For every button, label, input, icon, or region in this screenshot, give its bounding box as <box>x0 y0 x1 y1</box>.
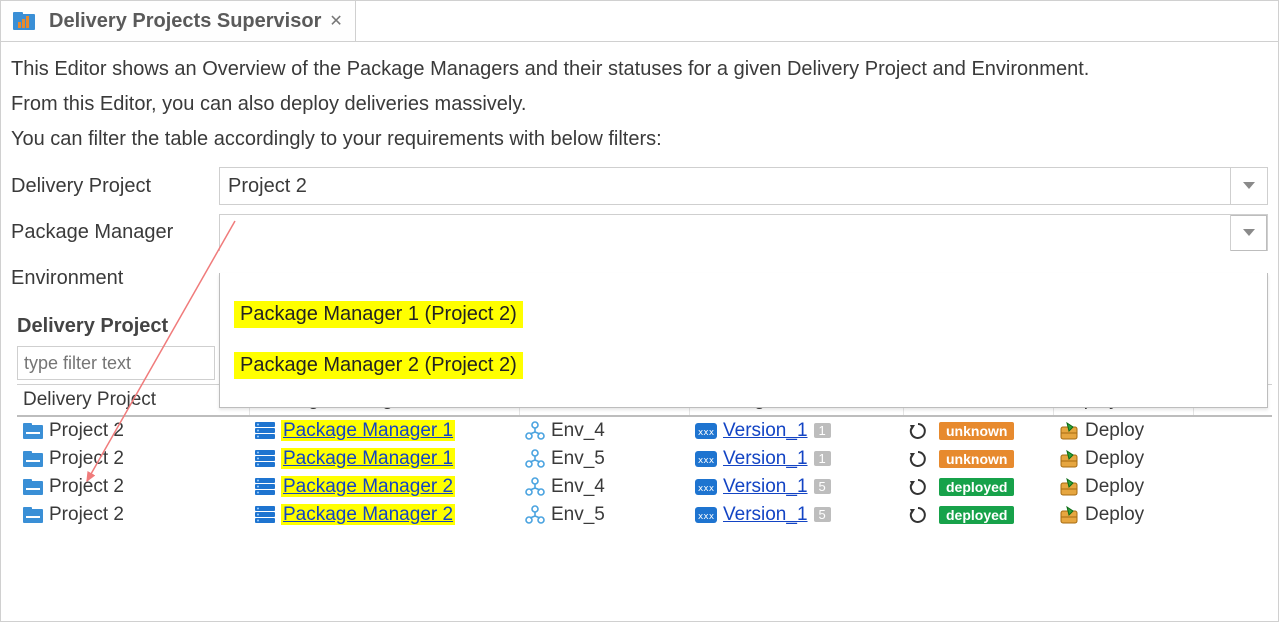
deploy-label: Deploy <box>1085 504 1144 525</box>
table-row: Project 2 Package Manager 1 Env_4 xxx Versio… <box>17 416 1272 445</box>
status-badge: deployed <box>939 506 1014 524</box>
environment-icon <box>525 505 545 525</box>
version-count-badge: 5 <box>814 479 831 494</box>
cell-project: Project 2 <box>49 504 124 525</box>
deploy-icon <box>1059 477 1079 497</box>
status-badge: deployed <box>939 478 1014 496</box>
deploy-button[interactable]: Deploy <box>1053 445 1193 473</box>
table-row: Project 2 Package Manager 1 Env_5 xxx Versio… <box>17 445 1272 473</box>
tab-title: Delivery Projects Supervisor <box>49 10 321 33</box>
version-count-badge: 5 <box>814 507 831 522</box>
deploy-button[interactable]: Deploy <box>1053 416 1193 445</box>
refresh-icon[interactable] <box>909 506 927 524</box>
version-count-badge: 1 <box>814 423 831 438</box>
stack-icon <box>255 422 275 440</box>
table-row: Project 2 Package Manager 2 Env_4 xxx Versio… <box>17 473 1272 501</box>
version-tag-icon: xxx <box>695 479 717 495</box>
deploy-button[interactable]: Deploy <box>1053 473 1193 501</box>
editor-frame: Delivery Projects Supervisor ✕ This Edit… <box>0 0 1279 622</box>
chevron-down-icon[interactable] <box>1230 168 1267 204</box>
cell-version-link[interactable]: Version_1 <box>723 476 808 497</box>
intro-text: This Editor shows an Overview of the Pac… <box>11 58 1278 151</box>
col-delivery-project[interactable]: Delivery Project <box>17 385 249 417</box>
cell-package-manager-link[interactable]: Package Manager 2 <box>281 476 455 497</box>
svg-text:xxx: xxx <box>698 512 715 522</box>
tab-bar: Delivery Projects Supervisor ✕ <box>1 1 1278 42</box>
folder-icon <box>23 451 43 467</box>
package-manager-dropdown-panel: Package Manager 1 (Project 2) Package Ma… <box>219 273 1268 408</box>
label-package-manager: Package Manager <box>11 221 219 244</box>
cell-environment: Env_4 <box>551 420 605 441</box>
folder-icon <box>23 423 43 439</box>
deploy-label: Deploy <box>1085 476 1144 497</box>
cell-version-link[interactable]: Version_1 <box>723 420 808 441</box>
table-filter-input[interactable] <box>17 346 215 380</box>
folder-icon <box>23 479 43 495</box>
label-delivery-project: Delivery Project <box>11 175 219 198</box>
version-tag-icon: xxx <box>695 507 717 523</box>
version-tag-icon: xxx <box>695 451 717 467</box>
version-count-badge: 1 <box>814 451 831 466</box>
cell-project: Project 2 <box>49 448 124 469</box>
folder-chart-icon <box>13 12 35 30</box>
environment-icon <box>525 421 545 441</box>
chevron-down-icon[interactable] <box>1230 215 1267 251</box>
dropdown-option[interactable]: Package Manager 1 (Project 2) <box>234 301 523 328</box>
svg-text:xxx: xxx <box>698 484 715 494</box>
intro-line-3: You can filter the table accordingly to … <box>11 128 1278 151</box>
dropdown-option[interactable]: Package Manager 2 (Project 2) <box>234 352 523 379</box>
environment-icon <box>525 477 545 497</box>
label-environment: Environment <box>11 267 219 290</box>
cell-package-manager-link[interactable]: Package Manager 1 <box>281 448 455 469</box>
cell-environment: Env_4 <box>551 476 605 497</box>
cell-environment: Env_5 <box>551 504 605 525</box>
stack-icon <box>255 450 275 468</box>
combo-package-manager[interactable] <box>219 214 1268 251</box>
deploy-button[interactable]: Deploy <box>1053 501 1193 529</box>
cell-package-manager-link[interactable]: Package Manager 2 <box>281 504 455 525</box>
deploy-label: Deploy <box>1085 448 1144 469</box>
stack-icon <box>255 478 275 496</box>
combo-delivery-project[interactable] <box>219 167 1268 205</box>
status-badge: unknown <box>939 422 1014 440</box>
cell-version-link[interactable]: Version_1 <box>723 504 808 525</box>
tab-delivery-projects-supervisor[interactable]: Delivery Projects Supervisor ✕ <box>1 1 356 41</box>
folder-icon <box>23 507 43 523</box>
deploy-icon <box>1059 505 1079 525</box>
svg-text:xxx: xxx <box>698 456 715 466</box>
cell-version-link[interactable]: Version_1 <box>723 448 808 469</box>
refresh-icon[interactable] <box>909 450 927 468</box>
combo-delivery-project-input[interactable] <box>220 168 1230 204</box>
table-row: Project 2 Package Manager 2 Env_5 xxx Versio… <box>17 501 1272 529</box>
deploy-label: Deploy <box>1085 420 1144 441</box>
cell-environment: Env_5 <box>551 448 605 469</box>
cell-project: Project 2 <box>49 476 124 497</box>
intro-line-2: From this Editor, you can also deploy de… <box>11 93 1278 116</box>
close-icon[interactable]: ✕ <box>329 11 342 31</box>
intro-line-1: This Editor shows an Overview of the Pac… <box>11 58 1278 81</box>
combo-package-manager-input[interactable] <box>220 215 1230 251</box>
deploy-icon <box>1059 421 1079 441</box>
stack-icon <box>255 506 275 524</box>
refresh-icon[interactable] <box>909 422 927 440</box>
svg-text:xxx: xxx <box>698 428 715 438</box>
cell-package-manager-link[interactable]: Package Manager 1 <box>281 420 455 441</box>
deploy-icon <box>1059 449 1079 469</box>
status-badge: unknown <box>939 450 1014 468</box>
version-tag-icon: xxx <box>695 423 717 439</box>
environment-icon <box>525 449 545 469</box>
cell-project: Project 2 <box>49 420 124 441</box>
refresh-icon[interactable] <box>909 478 927 496</box>
